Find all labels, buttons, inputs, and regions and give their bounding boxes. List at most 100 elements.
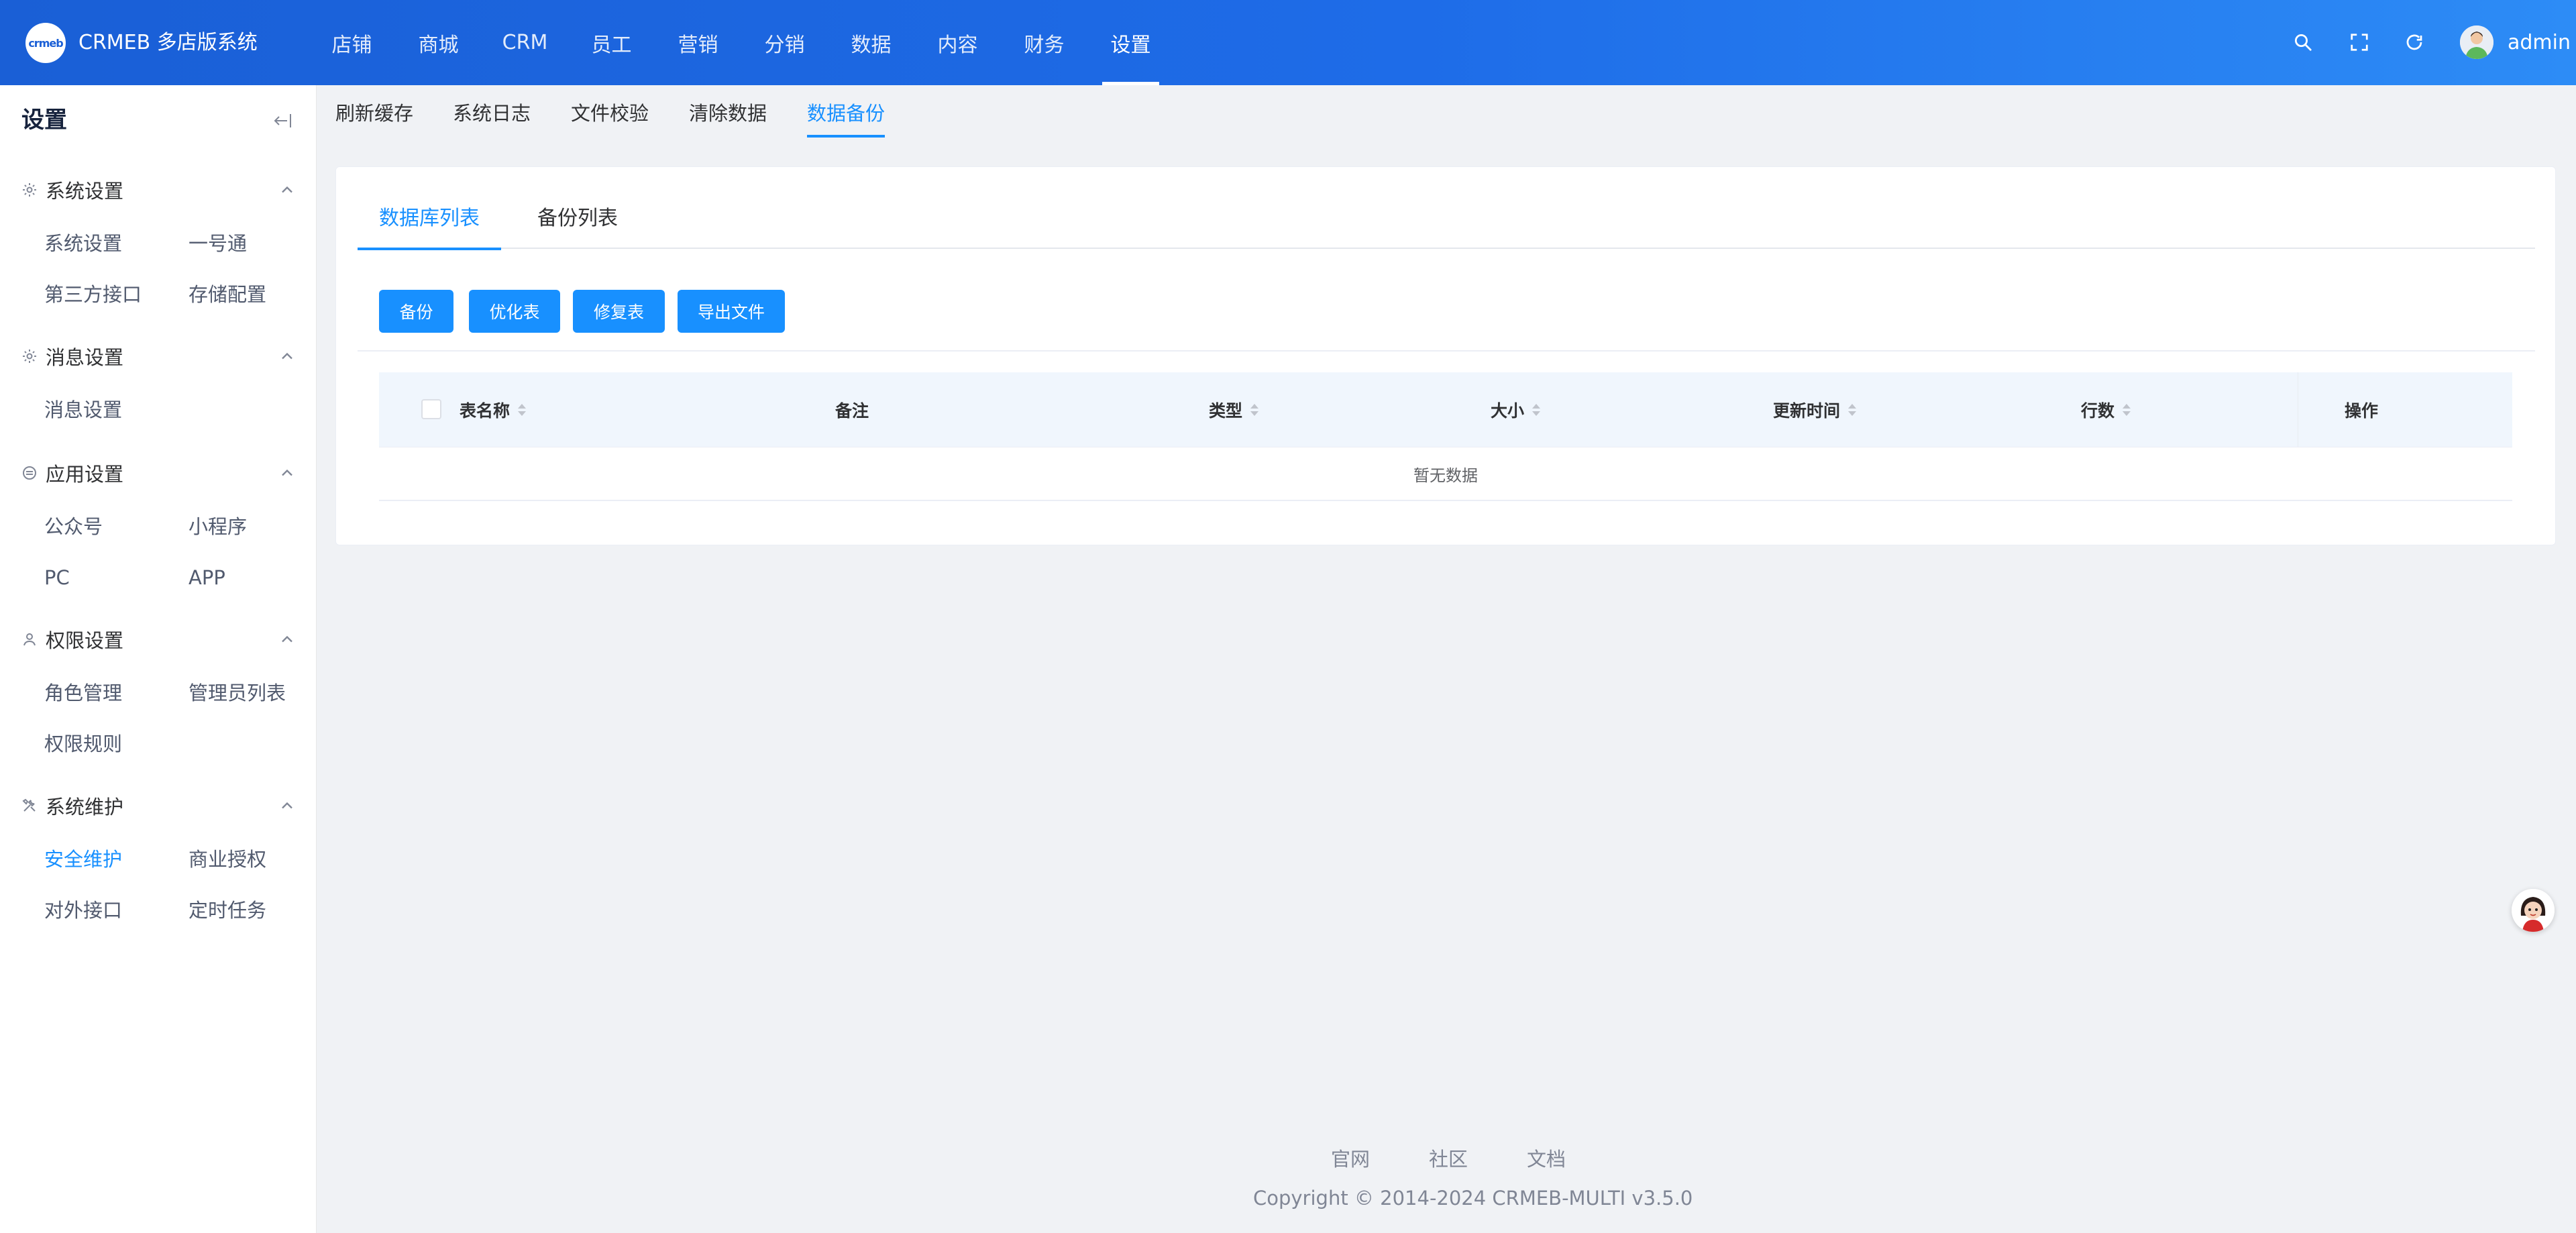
sidebar-title: 设置 [21, 107, 67, 133]
repair-table-button[interactable]: 修复表 [573, 290, 665, 333]
tab-backup-list[interactable]: 备份列表 [516, 189, 639, 249]
sort-icon[interactable] [1532, 403, 1541, 417]
user-name[interactable]: admin [2508, 30, 2571, 56]
footer-link-docs[interactable]: 文档 [1527, 1146, 1566, 1173]
gear-icon [23, 350, 36, 363]
tools-icon [22, 798, 36, 812]
sidebar-item-third-party-api[interactable]: 第三方接口 [44, 281, 142, 308]
collapse-sidebar-icon[interactable] [271, 111, 294, 131]
copyright-text: Copyright © 2014-2024 CRMEB-MULTI v3.5.0 [1253, 1187, 1693, 1210]
user-avatar[interactable] [2460, 25, 2493, 59]
column-label: 大小 [1491, 401, 1525, 421]
column-header-size[interactable]: 大小 [1491, 372, 1541, 447]
sidebar-item-system-settings[interactable]: 系统设置 [44, 230, 122, 257]
subtab-file-verify[interactable]: 文件校验 [571, 99, 649, 138]
sort-icon[interactable] [1848, 403, 1857, 417]
sidebar-item-pc[interactable]: PC [44, 564, 70, 591]
column-label: 类型 [1209, 401, 1243, 421]
sidebar-group-label: 应用设置 [46, 463, 124, 486]
sidebar-item-scheduled-tasks[interactable]: 定时任务 [189, 897, 266, 924]
table-header: 表名称 备注 类型 大小 更新时间 行数 操作 [379, 372, 2512, 447]
column-label: 表名称 [460, 401, 511, 421]
sidebar-item-storage-config[interactable]: 存储配置 [189, 281, 266, 308]
user-icon [23, 633, 36, 646]
customer-service-avatar[interactable] [2512, 889, 2555, 932]
sidebar-item-mini-program[interactable]: 小程序 [189, 513, 247, 540]
sidebar-item-security-maintenance[interactable]: 安全维护 [44, 846, 122, 873]
nav-item-store[interactable]: 店铺 [309, 0, 395, 85]
empty-state: 暂无数据 [379, 447, 2512, 501]
export-file-button[interactable]: 导出文件 [678, 290, 785, 333]
sidebar-item-commercial-license[interactable]: 商业授权 [189, 846, 266, 873]
backup-card: 数据库列表 备份列表 备份 优化表 修复表 导出文件 表名称 备注 类型 大小 … [335, 166, 2556, 545]
nav-item-settings[interactable]: 设置 [1087, 0, 1174, 85]
sidebar-item-admin-list[interactable]: 管理员列表 [189, 680, 286, 706]
footer-link-official-site[interactable]: 官网 [1331, 1146, 1370, 1173]
nav-item-data[interactable]: 数据 [828, 0, 914, 85]
column-label: 备注 [835, 401, 869, 421]
column-header-actions: 操作 [2345, 372, 2378, 447]
sidebar-item-external-api[interactable]: 对外接口 [44, 897, 122, 924]
column-label: 更新时间 [1773, 401, 1841, 421]
column-header-update-time[interactable]: 更新时间 [1773, 372, 1857, 447]
sidebar: 设置 系统设置 系统设置 一号通 第三方接口 存储配置 消息设置 消息设置 应用… [0, 85, 317, 1233]
top-nav: 店铺 商城 CRM 员工 营销 分销 数据 内容 财务 设置 [309, 0, 1174, 85]
nav-item-marketing[interactable]: 营销 [655, 0, 741, 85]
database-table: 表名称 备注 类型 大小 更新时间 行数 操作 暂无数据 [379, 372, 2512, 501]
top-header: crmeb CRMEB 多店版系统 店铺 商城 CRM 员工 营销 分销 数据 … [0, 0, 2576, 85]
subtab-data-backup[interactable]: 数据备份 [807, 99, 885, 138]
sidebar-group-app-settings[interactable]: 应用设置 [21, 458, 297, 488]
nav-item-distribution[interactable]: 分销 [741, 0, 828, 85]
chevron-up-icon [282, 352, 292, 360]
sort-icon[interactable] [1250, 403, 1259, 417]
sidebar-group-system-maintenance[interactable]: 系统维护 [21, 791, 297, 820]
sidebar-group-permission-settings[interactable]: 权限设置 [21, 625, 297, 654]
sidebar-item-yihaotong[interactable]: 一号通 [189, 230, 247, 257]
chevron-up-icon [282, 635, 292, 643]
sidebar-item-message-settings[interactable]: 消息设置 [44, 396, 122, 423]
column-label: 操作 [2345, 401, 2379, 421]
fullscreen-icon[interactable] [2347, 30, 2372, 55]
refresh-icon[interactable] [2402, 30, 2427, 55]
sidebar-group-label: 权限设置 [46, 629, 124, 652]
backup-tabs: 数据库列表 备份列表 [358, 189, 2535, 250]
column-header-rows[interactable]: 行数 [2081, 372, 2131, 447]
nav-item-crm[interactable]: CRM [482, 0, 568, 85]
subtab-clear-data[interactable]: 清除数据 [689, 99, 767, 138]
backup-button[interactable]: 备份 [379, 290, 453, 333]
chevron-up-icon [282, 802, 292, 809]
nav-item-staff[interactable]: 员工 [568, 0, 655, 85]
divider [358, 350, 2535, 352]
sidebar-group-label: 消息设置 [46, 346, 124, 369]
search-icon[interactable] [2290, 30, 2316, 55]
app-title: CRMEB 多店版系统 [78, 31, 258, 54]
crmeb-logo[interactable]: crmeb [25, 23, 66, 63]
sidebar-group-label: 系统设置 [46, 180, 124, 203]
sidebar-group-system-settings[interactable]: 系统设置 [21, 175, 297, 205]
sidebar-item-app[interactable]: APP [189, 564, 225, 591]
nav-item-mall[interactable]: 商城 [395, 0, 482, 85]
column-header-table-name[interactable]: 表名称 [460, 372, 527, 447]
circle-icon [23, 466, 36, 480]
optimize-table-button[interactable]: 优化表 [469, 290, 560, 333]
select-all-checkbox[interactable] [421, 399, 441, 419]
nav-item-content[interactable]: 内容 [914, 0, 1001, 85]
sort-icon[interactable] [2123, 403, 2131, 417]
sidebar-item-role-management[interactable]: 角色管理 [44, 680, 122, 706]
sort-icon[interactable] [518, 403, 527, 417]
subtab-system-log[interactable]: 系统日志 [453, 99, 531, 138]
footer-links: 官网 社区 文档 [1331, 1146, 1566, 1173]
sidebar-group-message-settings[interactable]: 消息设置 [21, 341, 297, 371]
subtab-refresh-cache[interactable]: 刷新缓存 [335, 99, 413, 138]
column-header-type[interactable]: 类型 [1209, 372, 1259, 447]
chevron-up-icon [282, 186, 292, 193]
chevron-up-icon [282, 469, 292, 476]
sidebar-item-official-account[interactable]: 公众号 [44, 513, 103, 540]
column-header-remark: 备注 [835, 372, 869, 447]
gear-icon [23, 183, 36, 197]
column-label: 行数 [2081, 401, 2115, 421]
sidebar-item-permission-rules[interactable]: 权限规则 [44, 731, 122, 757]
tab-database-list[interactable]: 数据库列表 [358, 189, 501, 250]
footer-link-community[interactable]: 社区 [1429, 1146, 1468, 1173]
nav-item-finance[interactable]: 财务 [1001, 0, 1087, 85]
